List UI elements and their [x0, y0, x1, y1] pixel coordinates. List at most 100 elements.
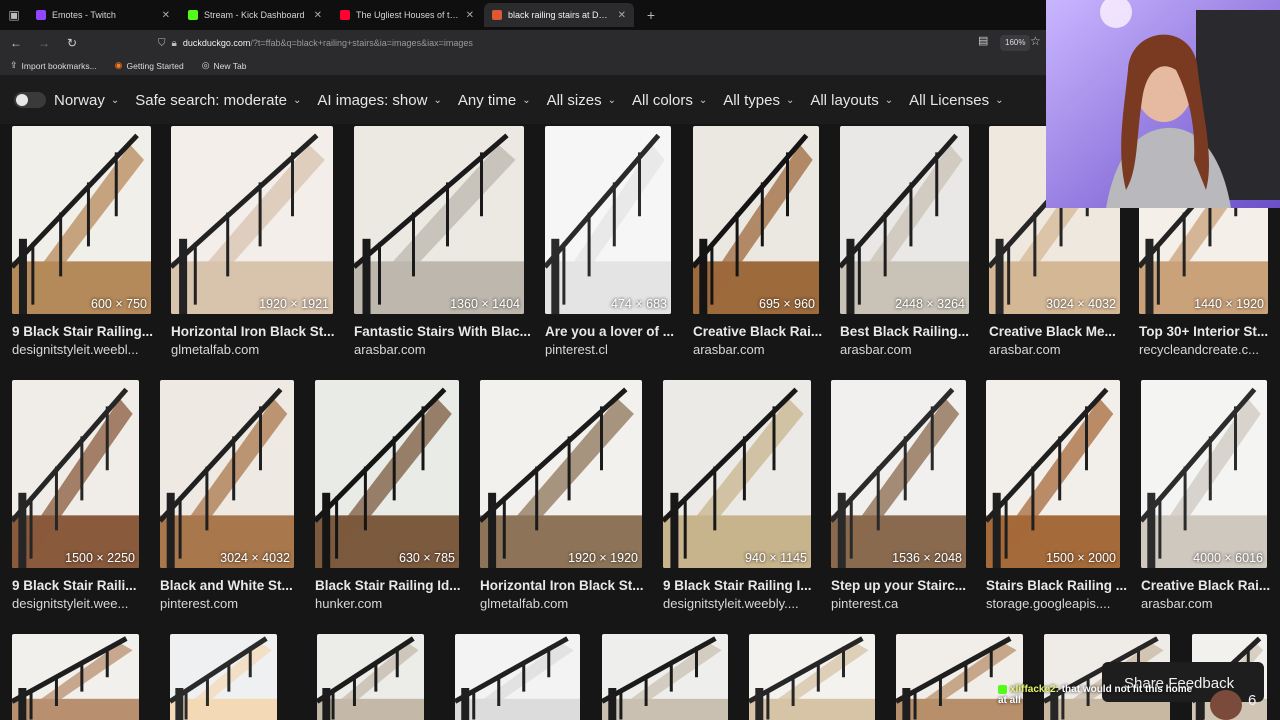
- tab-list-icon[interactable]: ▣: [0, 0, 28, 30]
- image-result-card[interactable]: 4000 × 6016 Creative Black Rai... arasbar.…: [1141, 380, 1270, 616]
- image-result-card[interactable]: [317, 634, 424, 720]
- result-title[interactable]: 9 Black Stair Raili...: [12, 578, 137, 593]
- image-result-card[interactable]: 600 × 750 9 Black Stair Railing... designi…: [12, 126, 153, 362]
- result-title[interactable]: Are you a lover of ...: [545, 324, 674, 339]
- result-title[interactable]: Best Black Railing...: [840, 324, 969, 339]
- result-source[interactable]: arasbar.com: [354, 342, 426, 357]
- browser-tab[interactable]: Emotes - Twitch ✕: [28, 3, 178, 27]
- result-title[interactable]: 9 Black Stair Railing...: [12, 324, 153, 339]
- image-thumbnail[interactable]: [455, 634, 580, 720]
- close-tab-icon[interactable]: ✕: [314, 10, 322, 21]
- image-result-card[interactable]: 474 × 683 Are you a lover of ... pinterest…: [545, 126, 674, 362]
- result-source[interactable]: designitstyleit.weebl...: [12, 342, 138, 357]
- image-thumbnail[interactable]: 1500 × 2250: [12, 380, 139, 568]
- image-thumbnail[interactable]: [749, 634, 875, 720]
- image-result-card[interactable]: 695 × 960 Creative Black Rai... arasbar.co…: [693, 126, 822, 362]
- image-result-card[interactable]: [602, 634, 728, 720]
- image-thumbnail[interactable]: [602, 634, 728, 720]
- browser-tab[interactable]: The Ugliest Houses of the North ✕: [332, 3, 482, 27]
- shield-icon[interactable]: ⛉: [158, 38, 166, 49]
- result-source[interactable]: hunker.com: [315, 596, 382, 611]
- bookmark-import[interactable]: ⇪ Import bookmarks...: [10, 60, 97, 71]
- address-bar[interactable]: ⛉ 🔒︎ duckduckgo.com/?t=ffab&q=black+rail…: [150, 33, 1030, 53]
- image-result-card[interactable]: 1500 × 2250 9 Black Stair Raili... designi…: [12, 380, 139, 616]
- result-source[interactable]: storage.googleapis....: [986, 596, 1110, 611]
- color-filter[interactable]: All colors ⌄: [632, 92, 707, 109]
- image-result-card[interactable]: [12, 634, 139, 720]
- image-result-card[interactable]: [749, 634, 875, 720]
- result-title[interactable]: Top 30+ Interior St...: [1139, 324, 1268, 339]
- zoom-level[interactable]: 160%: [1000, 35, 1031, 51]
- result-title[interactable]: 9 Black Stair Railing I...: [663, 578, 812, 593]
- image-thumbnail[interactable]: 474 × 683: [545, 126, 671, 314]
- region-filter[interactable]: Norway ⌄: [54, 92, 119, 109]
- bookmark-new-tab[interactable]: ◎ New Tab: [202, 60, 247, 71]
- type-filter[interactable]: All types ⌄: [723, 92, 794, 109]
- result-source[interactable]: recycleandcreate.c...: [1139, 342, 1259, 357]
- result-title[interactable]: Fantastic Stairs With Blac...: [354, 324, 531, 339]
- result-title[interactable]: Black Stair Railing Id...: [315, 578, 461, 593]
- result-title[interactable]: Stairs Black Railing ...: [986, 578, 1127, 593]
- bookmark-star-icon[interactable]: ☆: [1030, 34, 1041, 48]
- image-thumbnail[interactable]: 4000 × 6016: [1141, 380, 1267, 568]
- image-thumbnail[interactable]: 940 × 1145: [663, 380, 811, 568]
- license-filter[interactable]: All Licenses ⌄: [909, 92, 1003, 109]
- result-source[interactable]: arasbar.com: [1141, 596, 1213, 611]
- reload-icon[interactable]: ↻: [60, 31, 84, 55]
- image-result-card[interactable]: [896, 634, 1023, 720]
- result-title[interactable]: Black and White St...: [160, 578, 293, 593]
- ai-images-filter[interactable]: AI images: show ⌄: [317, 92, 441, 109]
- image-result-card[interactable]: 2448 × 3264 Best Black Railing... arasbar.…: [840, 126, 969, 362]
- result-title[interactable]: Creative Black Rai...: [1141, 578, 1270, 593]
- region-toggle[interactable]: [14, 92, 46, 108]
- image-thumbnail[interactable]: 1920 × 1920: [480, 380, 642, 568]
- image-result-card[interactable]: 1920 × 1921 Horizontal Iron Black St... gl…: [171, 126, 335, 362]
- close-tab-icon[interactable]: ✕: [618, 10, 626, 21]
- image-thumbnail[interactable]: 1536 × 2048: [831, 380, 966, 568]
- image-thumbnail[interactable]: 1360 × 1404: [354, 126, 524, 314]
- lock-icon[interactable]: 🔒︎: [172, 38, 177, 49]
- result-source[interactable]: designitstyleit.wee...: [12, 596, 128, 611]
- result-source[interactable]: arasbar.com: [693, 342, 765, 357]
- result-source[interactable]: pinterest.cl: [545, 342, 608, 357]
- image-result-card[interactable]: 630 × 785 Black Stair Railing Id... hunker…: [315, 380, 461, 616]
- image-result-card[interactable]: [170, 634, 277, 720]
- image-thumbnail[interactable]: 600 × 750: [12, 126, 151, 314]
- result-source[interactable]: arasbar.com: [840, 342, 912, 357]
- bookmark-getting-started[interactable]: ◉ Getting Started: [115, 60, 184, 71]
- result-source[interactable]: arasbar.com: [989, 342, 1061, 357]
- image-thumbnail[interactable]: 695 × 960: [693, 126, 819, 314]
- result-title[interactable]: Creative Black Me...: [989, 324, 1116, 339]
- result-title[interactable]: Horizontal Iron Black St...: [480, 578, 644, 593]
- image-result-card[interactable]: [455, 634, 580, 720]
- image-thumbnail[interactable]: 3024 × 4032: [160, 380, 294, 568]
- image-result-card[interactable]: 1920 × 1920 Horizontal Iron Black St... gl…: [480, 380, 644, 616]
- image-thumbnail[interactable]: 630 × 785: [315, 380, 459, 568]
- result-source[interactable]: pinterest.ca: [831, 596, 898, 611]
- result-title[interactable]: Creative Black Rai...: [693, 324, 822, 339]
- result-title[interactable]: Step up your Stairc...: [831, 578, 966, 593]
- close-tab-icon[interactable]: ✕: [466, 10, 474, 21]
- image-thumbnail[interactable]: 1500 × 2000: [986, 380, 1120, 568]
- result-source[interactable]: glmetalfab.com: [171, 342, 259, 357]
- result-title[interactable]: Horizontal Iron Black St...: [171, 324, 335, 339]
- close-tab-icon[interactable]: ✕: [162, 10, 170, 21]
- image-thumbnail[interactable]: [896, 634, 1023, 720]
- back-arrow-icon[interactable]: ←: [4, 31, 28, 55]
- time-filter[interactable]: Any time ⌄: [458, 92, 531, 109]
- size-filter[interactable]: All sizes ⌄: [547, 92, 616, 109]
- image-result-card[interactable]: 1500 × 2000 Stairs Black Railing ... stora…: [986, 380, 1127, 616]
- result-source[interactable]: glmetalfab.com: [480, 596, 568, 611]
- image-thumbnail[interactable]: [317, 634, 424, 720]
- image-result-card[interactable]: 1360 × 1404 Fantastic Stairs With Blac...…: [354, 126, 531, 362]
- image-thumbnail[interactable]: 2448 × 3264: [840, 126, 969, 314]
- image-thumbnail[interactable]: [12, 634, 139, 720]
- image-result-card[interactable]: 1536 × 2048 Step up your Stairc... pintere…: [831, 380, 966, 616]
- image-result-card[interactable]: 940 × 1145 9 Black Stair Railing I... desi…: [663, 380, 812, 616]
- browser-tab[interactable]: Stream - Kick Dashboard ✕: [180, 3, 330, 27]
- reader-view-icon[interactable]: ▤: [978, 34, 988, 47]
- safe-search-filter[interactable]: Safe search: moderate ⌄: [135, 92, 301, 109]
- image-result-card[interactable]: 3024 × 4032 Black and White St... pinteres…: [160, 380, 294, 616]
- image-thumbnail[interactable]: 1920 × 1921: [171, 126, 333, 314]
- result-source[interactable]: pinterest.com: [160, 596, 238, 611]
